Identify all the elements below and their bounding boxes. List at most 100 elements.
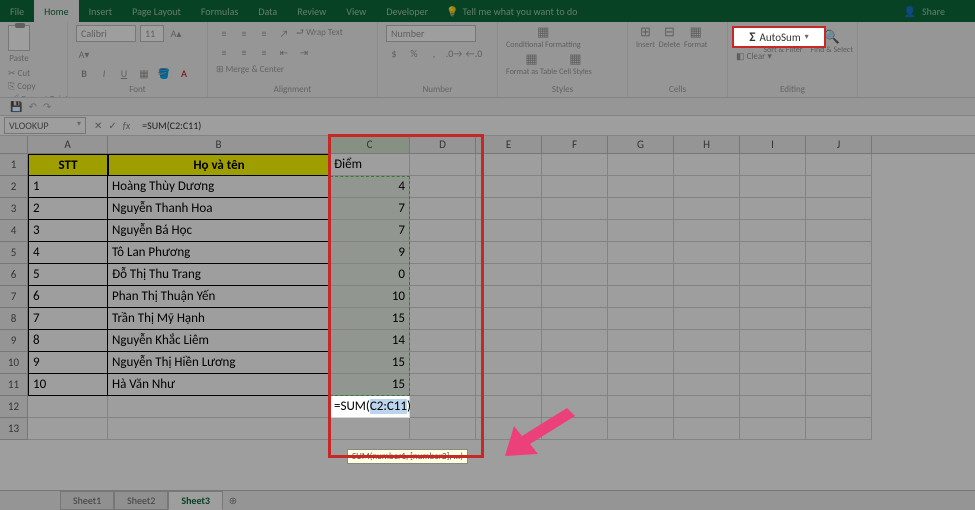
cell[interactable] [806,242,872,264]
cell[interactable] [410,264,476,286]
redo-icon[interactable]: ↷ [43,100,51,113]
cell[interactable] [608,176,674,198]
formula-input[interactable]: =SUM(C2:C11) [138,118,975,133]
copy-button[interactable]: ⎘ Copy [8,81,76,92]
cell[interactable] [542,374,608,396]
cell[interactable] [410,308,476,330]
col-header-J[interactable]: J [806,136,872,153]
cell[interactable]: Điểm [330,154,410,176]
cell[interactable]: 6 [28,286,108,308]
cell[interactable]: 4 [28,242,108,264]
share-label[interactable]: Share [922,5,945,18]
align-right-icon[interactable]: ≡ [256,44,272,60]
cell[interactable]: Hoàng Thùy Dương [108,176,330,198]
cell[interactable] [476,220,542,242]
cell[interactable] [740,242,806,264]
cell[interactable] [542,286,608,308]
tab-review[interactable]: Review [287,0,336,22]
cell[interactable] [806,418,872,440]
cell[interactable] [806,330,872,352]
cell[interactable] [108,396,330,418]
align-bottom-icon[interactable]: ≡ [256,25,272,41]
clear-icon[interactable]: ◧ [736,51,745,62]
cell[interactable]: 10 [28,374,108,396]
tab-home[interactable]: Home [34,0,78,22]
format-cells-button[interactable]: ▦Format [684,25,707,50]
cell[interactable]: STT [28,154,108,176]
sheet-tab[interactable]: Sheet1 [60,491,114,510]
cell[interactable] [806,176,872,198]
autosum-button[interactable]: Σ AutoSum ▾ [732,26,826,48]
cell[interactable] [674,374,740,396]
cell[interactable]: 2 [28,198,108,220]
cell[interactable] [740,176,806,198]
cell[interactable] [806,374,872,396]
cell[interactable] [410,374,476,396]
cell[interactable] [476,374,542,396]
cell[interactable] [28,418,108,440]
grid[interactable]: 1 STT Họ và tên Điểm 2 1 Hoàng Thùy Dươn… [0,154,975,440]
tab-developer[interactable]: Developer [376,0,438,22]
indent-inc-icon[interactable]: ⇥ [296,44,312,60]
add-sheet-button[interactable]: ⊕ [223,494,243,507]
paste-icon[interactable] [8,25,30,51]
cell[interactable] [740,330,806,352]
col-header-E[interactable]: E [476,136,542,153]
merge-button[interactable]: ⊞ Merge & Center [216,64,284,75]
cell[interactable] [410,220,476,242]
cell[interactable]: Nguyễn Thị Hiền Lương [108,352,330,374]
cell[interactable] [740,352,806,374]
cell[interactable] [476,286,542,308]
cell[interactable] [806,352,872,374]
cell[interactable] [410,418,476,440]
col-header-C[interactable]: C [330,136,410,153]
cell[interactable] [806,286,872,308]
inc-decimal-icon[interactable]: .0→ [446,45,462,61]
cell[interactable]: Tô Lan Phương [108,242,330,264]
row-header[interactable]: 11 [0,374,28,396]
delete-cells-button[interactable]: ⊟Delete [659,25,680,50]
percent-icon[interactable]: % [406,45,422,61]
cell[interactable] [740,308,806,330]
cell[interactable]: 4 [330,176,410,198]
wrap-text-button[interactable]: ⮐ Wrap Text [296,25,343,41]
cell[interactable] [410,396,476,418]
cell[interactable] [740,286,806,308]
col-header-G[interactable]: G [608,136,674,153]
bold-button[interactable]: B [76,65,92,81]
cell[interactable] [806,264,872,286]
tab-data[interactable]: Data [248,0,287,22]
cell[interactable] [674,176,740,198]
cell[interactable] [410,198,476,220]
cell[interactable]: Đỗ Thị Thu Trang [108,264,330,286]
cell[interactable] [410,154,476,176]
row-header[interactable]: 12 [0,396,28,418]
sheet-tab[interactable]: Sheet2 [114,491,168,510]
cell[interactable] [476,198,542,220]
dec-decimal-icon[interactable]: ←.0 [466,45,482,61]
cell[interactable] [608,264,674,286]
increase-font-icon[interactable]: A▴ [168,26,184,42]
active-cell-sum[interactable]: =SUM(C2:C11) [330,396,410,418]
cell[interactable]: 9 [330,242,410,264]
undo-icon[interactable]: ↶ [28,100,36,113]
cell[interactable] [674,396,740,418]
cell[interactable] [542,264,608,286]
cell[interactable] [740,264,806,286]
cell[interactable] [608,374,674,396]
cell[interactable] [740,374,806,396]
insert-cells-button[interactable]: ⊞Insert [636,25,655,50]
cell[interactable] [476,264,542,286]
cell[interactable]: 0 [330,264,410,286]
row-header[interactable]: 8 [0,308,28,330]
cell[interactable] [542,242,608,264]
tab-pagelayout[interactable]: Page Layout [122,0,191,22]
font-size-select[interactable]: 11 [140,25,164,42]
decrease-font-icon[interactable]: A▾ [76,46,92,62]
cell[interactable] [608,308,674,330]
cell[interactable]: 15 [330,374,410,396]
align-top-icon[interactable]: ≡ [216,25,232,41]
share-icon[interactable]: 👤 [904,5,916,18]
cell[interactable]: Phan Thị Thuận Yến [108,286,330,308]
cell[interactable] [410,242,476,264]
